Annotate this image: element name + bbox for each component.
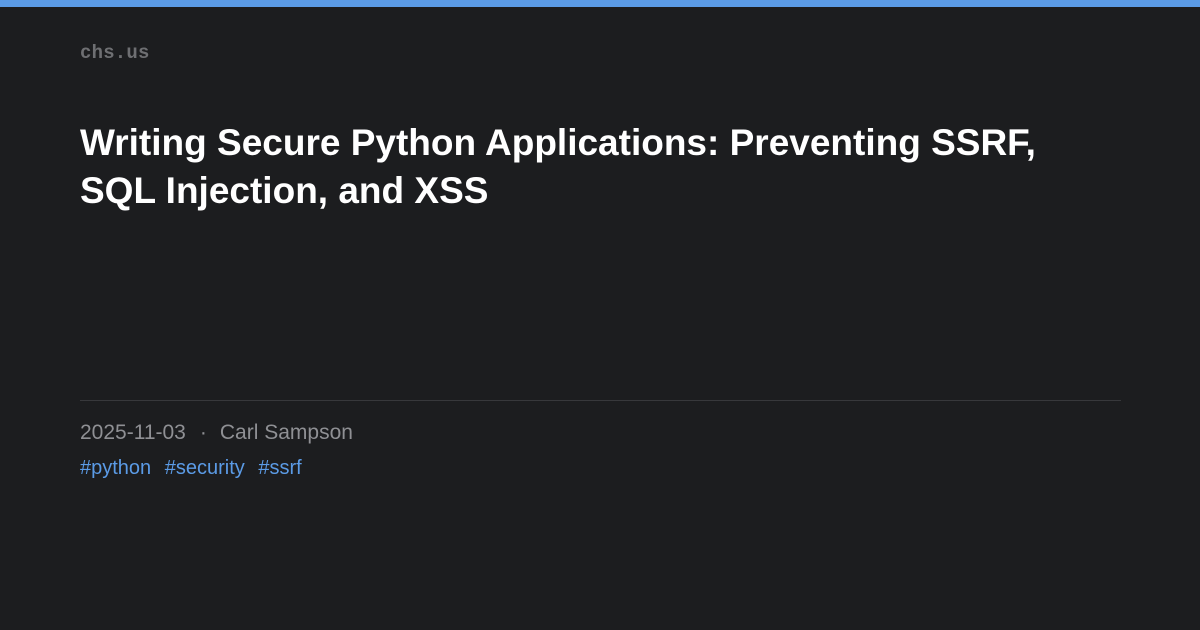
post-title: Writing Secure Python Applications: Prev…	[80, 122, 1036, 211]
post-author: Carl Sampson	[219, 421, 353, 444]
top-accent-bar	[0, 0, 1200, 7]
meta-separator: ·	[199, 421, 207, 444]
tag-ssrf[interactable]: #ssrf	[258, 457, 301, 479]
site-name: chs.us	[80, 42, 150, 64]
tag-python[interactable]: #python	[80, 457, 151, 479]
tag-security[interactable]: #security	[165, 457, 245, 479]
post-meta: 2025-11-03 · Carl Sampson	[80, 420, 353, 446]
post-date: 2025-11-03	[80, 421, 186, 444]
divider	[80, 400, 1121, 401]
tag-list: #python #security #ssrf	[80, 455, 310, 481]
